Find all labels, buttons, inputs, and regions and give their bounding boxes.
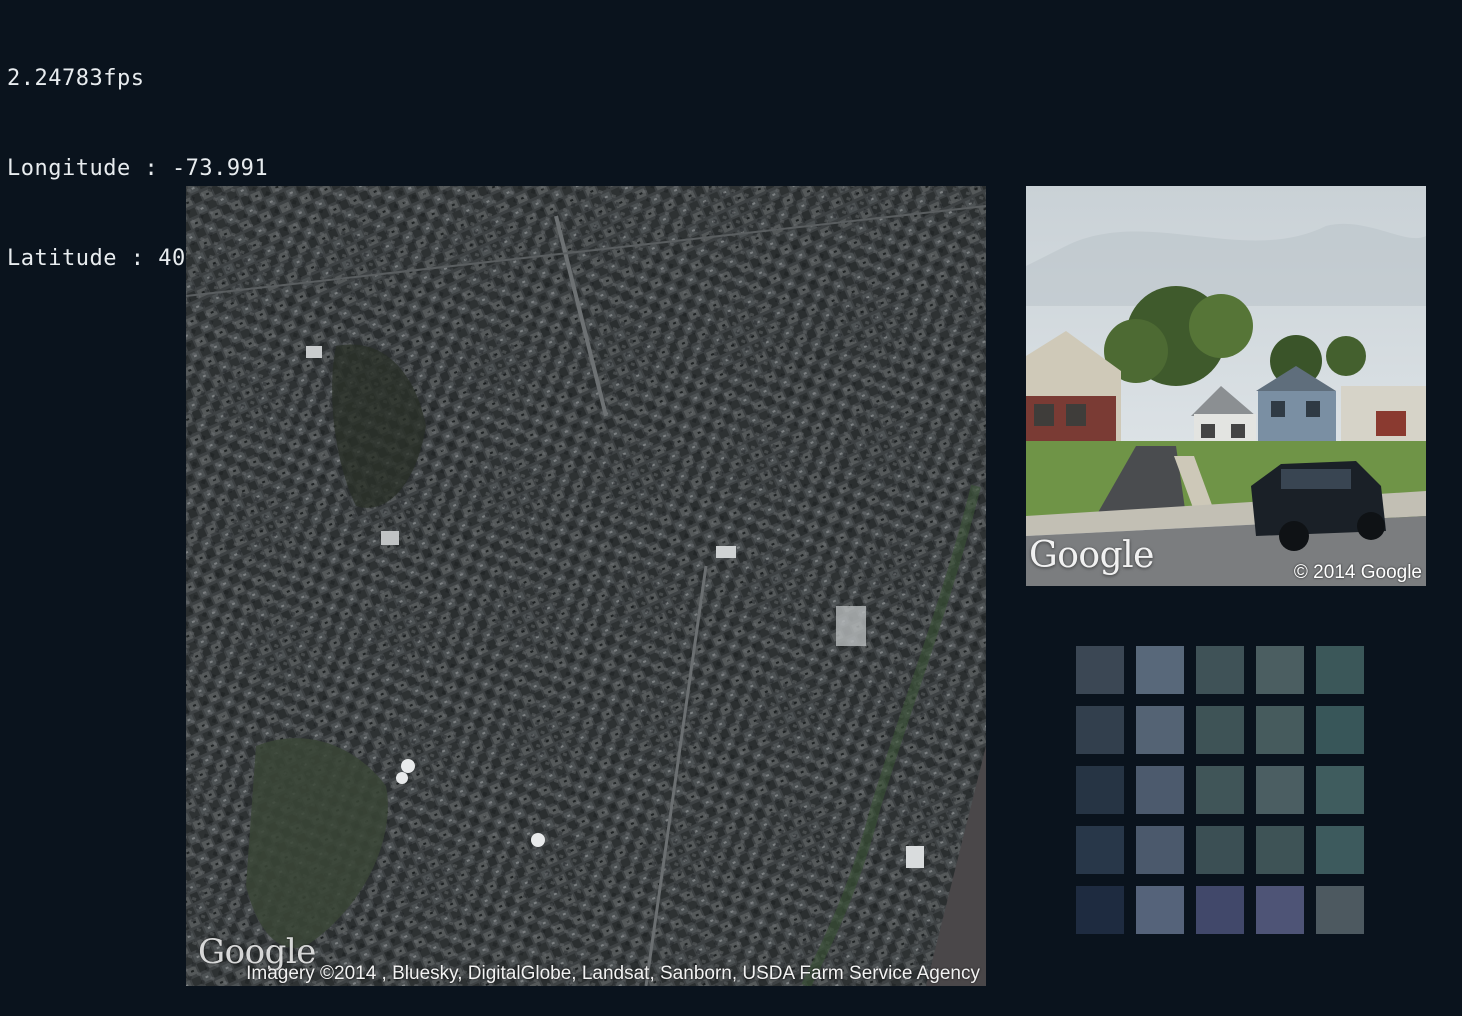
color-swatch (1076, 706, 1124, 754)
color-swatch (1196, 766, 1244, 814)
color-swatch (1136, 886, 1184, 934)
color-swatch (1196, 646, 1244, 694)
aerial-imagery (186, 186, 986, 986)
longitude-readout: Longitude : -73.991 (7, 156, 269, 181)
street-view-imagery (1026, 186, 1426, 586)
color-swatch (1196, 826, 1244, 874)
color-swatch (1316, 766, 1364, 814)
color-swatch (1256, 886, 1304, 934)
color-swatch (1076, 826, 1124, 874)
color-swatch-grid (1076, 646, 1364, 934)
fps-readout: 2.24783fps (7, 66, 145, 91)
color-swatch (1256, 646, 1304, 694)
color-swatch (1076, 766, 1124, 814)
color-swatch (1256, 826, 1304, 874)
color-swatch (1136, 766, 1184, 814)
map-attribution: Imagery ©2014 , Bluesky, DigitalGlobe, L… (246, 963, 980, 984)
color-swatch (1136, 826, 1184, 874)
aerial-map[interactable]: Google Imagery ©2014 , Bluesky, DigitalG… (186, 186, 986, 986)
color-swatch (1316, 886, 1364, 934)
color-swatch (1316, 706, 1364, 754)
color-swatch (1316, 826, 1364, 874)
color-swatch (1256, 766, 1304, 814)
color-swatch (1136, 706, 1184, 754)
google-logo: Google (1029, 535, 1154, 576)
color-swatch (1136, 646, 1184, 694)
color-swatch (1256, 706, 1304, 754)
color-swatch (1076, 646, 1124, 694)
color-swatch (1196, 706, 1244, 754)
street-view-copyright: © 2014 Google (1293, 562, 1422, 583)
street-view-panel[interactable]: Google © 2014 Google (1026, 186, 1426, 586)
color-swatch (1316, 646, 1364, 694)
color-swatch (1076, 886, 1124, 934)
color-swatch (1196, 886, 1244, 934)
